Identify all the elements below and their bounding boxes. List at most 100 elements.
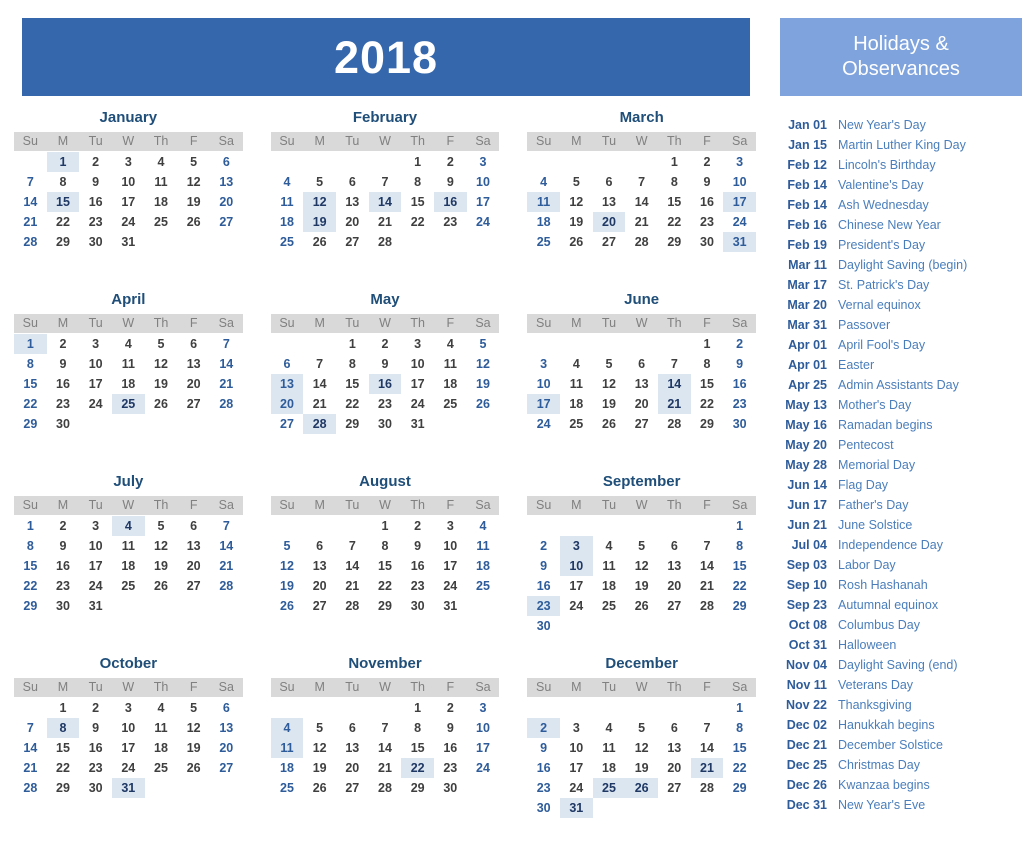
day-cell[interactable]: 16 <box>691 192 724 212</box>
day-cell[interactable]: 10 <box>560 738 593 758</box>
day-cell[interactable]: 8 <box>369 536 402 556</box>
day-cell[interactable]: 12 <box>177 172 210 192</box>
day-cell[interactable]: 17 <box>467 192 500 212</box>
day-cell[interactable]: 1 <box>46 152 80 172</box>
day-cell[interactable]: 12 <box>560 192 593 212</box>
day-cell[interactable]: 18 <box>271 758 304 778</box>
day-cell[interactable]: 15 <box>369 556 402 576</box>
day-cell[interactable]: 24 <box>467 758 500 778</box>
day-cell[interactable]: 31 <box>401 414 434 434</box>
day-cell[interactable]: 29 <box>14 596 47 616</box>
day-cell[interactable]: 28 <box>336 596 369 616</box>
day-cell[interactable]: 8 <box>401 172 434 192</box>
day-cell[interactable]: 15 <box>14 374 47 394</box>
day-cell[interactable]: 18 <box>467 556 500 576</box>
day-cell[interactable]: 2 <box>79 698 112 718</box>
day-cell[interactable]: 17 <box>467 738 500 758</box>
holiday-row[interactable]: Dec 21 December Solstice <box>780 738 1030 758</box>
day-cell[interactable]: 5 <box>593 354 626 374</box>
day-cell[interactable]: 18 <box>145 738 178 758</box>
day-cell[interactable]: 30 <box>401 596 434 616</box>
day-cell[interactable]: 22 <box>723 576 756 596</box>
day-cell[interactable]: 29 <box>369 596 402 616</box>
day-cell[interactable]: 3 <box>112 698 145 718</box>
day-cell[interactable]: 1 <box>401 698 434 718</box>
day-cell[interactable]: 21 <box>336 576 369 596</box>
day-cell[interactable]: 5 <box>303 172 336 192</box>
day-cell[interactable]: 8 <box>723 536 756 556</box>
day-cell[interactable]: 31 <box>111 778 145 798</box>
day-cell[interactable]: 24 <box>560 778 593 798</box>
day-cell[interactable]: 9 <box>434 718 467 738</box>
day-cell[interactable]: 18 <box>434 374 467 394</box>
day-cell[interactable]: 12 <box>467 354 500 374</box>
day-cell[interactable]: 5 <box>625 718 658 738</box>
day-cell[interactable]: 2 <box>47 334 80 354</box>
day-cell[interactable]: 7 <box>691 718 724 738</box>
day-cell[interactable]: 8 <box>723 718 756 738</box>
day-cell[interactable]: 1 <box>691 334 724 354</box>
day-cell[interactable]: 27 <box>210 758 243 778</box>
day-cell[interactable]: 30 <box>527 798 560 818</box>
day-cell[interactable]: 22 <box>14 576 47 596</box>
day-cell[interactable]: 5 <box>145 334 178 354</box>
holiday-row[interactable]: Feb 12 Lincoln's Birthday <box>780 158 1030 178</box>
day-cell[interactable]: 19 <box>271 576 304 596</box>
day-cell[interactable]: 3 <box>434 516 467 536</box>
day-cell[interactable]: 27 <box>177 394 210 414</box>
day-cell[interactable]: 7 <box>691 536 724 556</box>
day-cell[interactable]: 23 <box>79 758 112 778</box>
day-cell[interactable]: 19 <box>303 758 336 778</box>
day-cell[interactable]: 5 <box>467 334 500 354</box>
day-cell[interactable]: 10 <box>79 354 112 374</box>
day-cell[interactable]: 3 <box>467 698 500 718</box>
day-cell[interactable]: 16 <box>434 738 467 758</box>
day-cell[interactable]: 30 <box>79 232 112 252</box>
day-cell[interactable]: 3 <box>527 354 560 374</box>
day-cell[interactable]: 28 <box>369 232 402 252</box>
day-cell[interactable]: 20 <box>592 212 626 232</box>
day-cell[interactable]: 19 <box>177 738 210 758</box>
day-cell[interactable]: 2 <box>369 334 402 354</box>
day-cell[interactable]: 25 <box>527 232 560 252</box>
day-cell[interactable]: 21 <box>691 576 724 596</box>
holiday-row[interactable]: Jan 01 New Year's Day <box>780 118 1030 138</box>
day-cell[interactable]: 28 <box>658 414 691 434</box>
day-cell[interactable]: 8 <box>14 354 47 374</box>
day-cell[interactable]: 13 <box>625 374 658 394</box>
day-cell[interactable]: 28 <box>369 778 402 798</box>
day-cell[interactable]: 24 <box>723 212 756 232</box>
day-cell[interactable]: 2 <box>723 334 756 354</box>
day-cell[interactable]: 13 <box>210 718 243 738</box>
day-cell[interactable]: 30 <box>691 232 724 252</box>
day-cell[interactable]: 16 <box>368 374 402 394</box>
day-cell[interactable]: 3 <box>112 152 145 172</box>
holiday-row[interactable]: Dec 31 New Year's Eve <box>780 798 1030 818</box>
day-cell[interactable]: 26 <box>560 232 593 252</box>
day-cell[interactable]: 26 <box>467 394 500 414</box>
day-cell[interactable]: 5 <box>177 152 210 172</box>
day-cell[interactable]: 18 <box>112 374 145 394</box>
day-cell[interactable]: 1 <box>369 516 402 536</box>
day-cell[interactable]: 30 <box>723 414 756 434</box>
day-cell[interactable]: 11 <box>467 536 500 556</box>
day-cell[interactable]: 3 <box>79 516 112 536</box>
day-cell[interactable]: 21 <box>690 758 724 778</box>
day-cell[interactable]: 24 <box>401 394 434 414</box>
day-cell[interactable]: 21 <box>210 374 243 394</box>
day-cell[interactable]: 28 <box>14 232 47 252</box>
day-cell[interactable]: 18 <box>593 576 626 596</box>
day-cell[interactable]: 14 <box>625 192 658 212</box>
day-cell[interactable]: 22 <box>401 212 434 232</box>
day-cell[interactable]: 6 <box>658 718 691 738</box>
holiday-row[interactable]: Dec 02 Hanukkah begins <box>780 718 1030 738</box>
day-cell[interactable]: 14 <box>14 738 47 758</box>
day-cell[interactable]: 9 <box>723 354 756 374</box>
day-cell[interactable]: 7 <box>303 354 336 374</box>
day-cell[interactable]: 4 <box>111 516 145 536</box>
day-cell[interactable]: 1 <box>401 152 434 172</box>
day-cell[interactable]: 25 <box>145 758 178 778</box>
day-cell[interactable]: 25 <box>145 212 178 232</box>
holiday-row[interactable]: Jul 04 Independence Day <box>780 538 1030 558</box>
day-cell[interactable]: 13 <box>336 738 369 758</box>
